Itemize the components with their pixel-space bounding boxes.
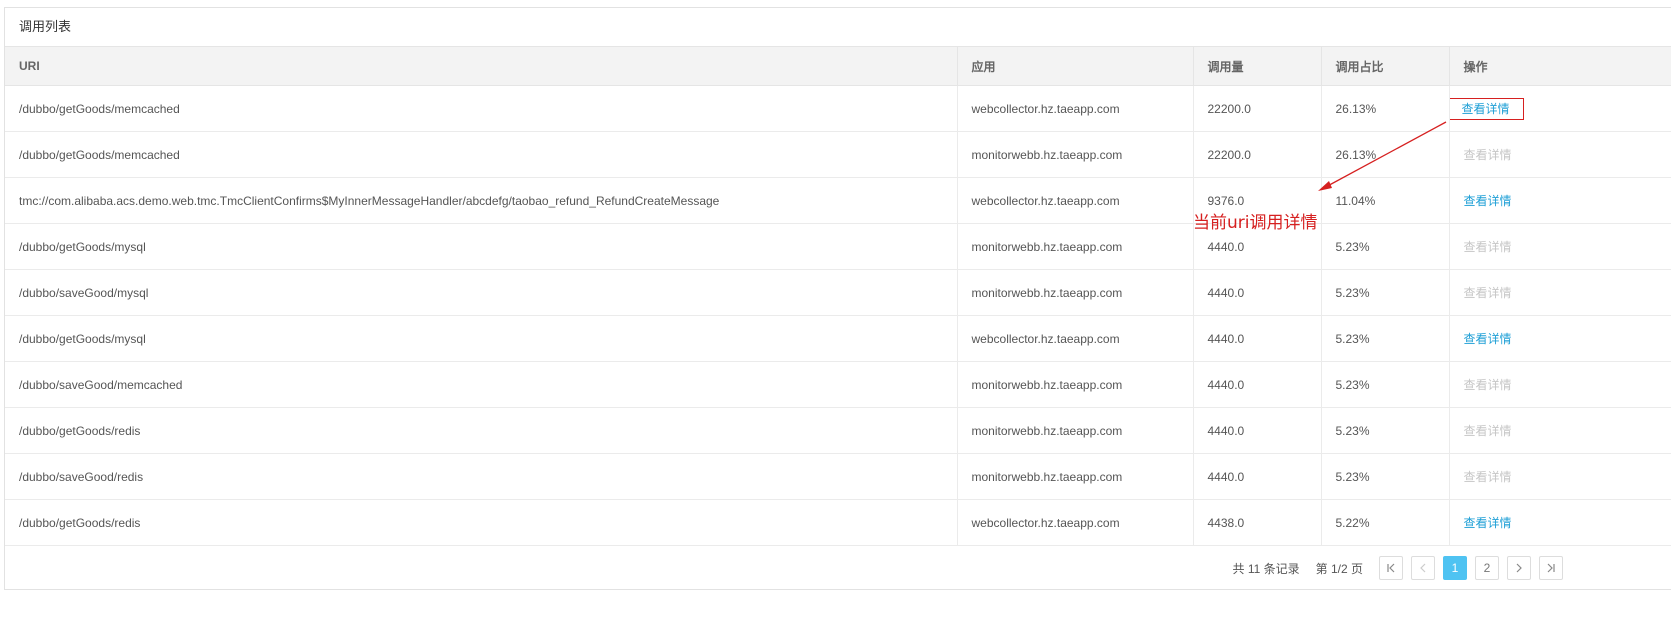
view-details-link: 查看详情 [1463, 240, 1512, 254]
cell-uri: /dubbo/getGoods/redis [5, 407, 958, 454]
header-count: 调用量 [1193, 47, 1322, 86]
cell-action: 查看详情 [1449, 85, 1671, 132]
cell-ratio: 5.23% [1321, 269, 1450, 316]
cell-uri: /dubbo/saveGood/redis [5, 453, 958, 500]
view-details-link[interactable]: 查看详情 [1464, 516, 1512, 530]
cell-ratio: 5.23% [1321, 407, 1450, 454]
table-row: /dubbo/getGoods/redis monitorwebb.hz.taea… [5, 407, 1671, 454]
header-uri: URI [5, 47, 958, 86]
cell-app: monitorwebb.hz.taeapp.com [957, 131, 1194, 178]
first-page-icon[interactable] [1379, 556, 1403, 580]
view-details-link: 查看详情 [1463, 470, 1512, 484]
header-action: 操作 [1449, 47, 1671, 86]
cell-ratio: 5.22% [1321, 499, 1450, 546]
table-row: /dubbo/saveGood/mysql monitorwebb.hz.taea… [5, 269, 1671, 316]
view-details-link[interactable]: 查看详情 [1449, 98, 1524, 120]
table-row: /dubbo/getGoods/memcached webcollector.hz… [5, 85, 1671, 132]
panel-title: 调用列表 [5, 8, 1671, 47]
cell-ratio: 5.23% [1321, 315, 1450, 362]
cell-ratio: 5.23% [1321, 361, 1450, 408]
cell-app: webcollector.hz.taeapp.com [957, 177, 1194, 224]
cell-app: monitorwebb.hz.taeapp.com [957, 361, 1194, 408]
cell-uri: /dubbo/getGoods/memcached [5, 131, 958, 178]
cell-count: 22200.0 [1193, 131, 1322, 178]
cell-app: monitorwebb.hz.taeapp.com [957, 453, 1194, 500]
table-row: tmc://com.alibaba.acs.demo.web.tmc.TmcCl… [5, 177, 1671, 224]
cell-action: 查看详情 [1449, 315, 1671, 362]
cell-count: 4438.0 [1193, 499, 1322, 546]
cell-ratio: 5.23% [1321, 223, 1450, 270]
pager: 1 2 [1379, 556, 1563, 580]
cell-app: webcollector.hz.taeapp.com [957, 315, 1194, 362]
table-row: /dubbo/saveGood/memcached monitorwebb.hz.… [5, 361, 1671, 408]
cell-count: 4440.0 [1193, 407, 1322, 454]
table-row: /dubbo/saveGood/redis monitorwebb.hz.taea… [5, 453, 1671, 500]
cell-count: 4440.0 [1193, 453, 1322, 500]
cell-count: 4440.0 [1193, 315, 1322, 362]
cell-action: 查看详情 [1449, 223, 1671, 270]
cell-action: 查看详情 [1449, 453, 1671, 500]
cell-count: 4440.0 [1193, 269, 1322, 316]
view-details-link: 查看详情 [1463, 286, 1512, 300]
cell-action: 查看详情 [1449, 407, 1671, 454]
view-details-link: 查看详情 [1463, 378, 1512, 392]
cell-uri: /dubbo/getGoods/memcached [5, 85, 958, 132]
cell-uri: tmc://com.alibaba.acs.demo.web.tmc.TmcCl… [5, 177, 958, 224]
cell-action: 查看详情 [1449, 361, 1671, 408]
header-app: 应用 [957, 47, 1194, 86]
annotation-text: 当前uri调用详情 [1193, 213, 1318, 233]
table-row: /dubbo/getGoods/mysql monitorwebb.hz.taea… [5, 223, 1671, 270]
prev-page-icon[interactable] [1411, 556, 1435, 580]
view-details-link[interactable]: 查看详情 [1464, 332, 1512, 346]
cell-app: monitorwebb.hz.taeapp.com [957, 223, 1194, 270]
call-list-table: URI 应用 调用量 调用占比 操作 /dubbo/getGoods/memca… [5, 47, 1671, 546]
call-list-panel: 调用列表 URI 应用 调用量 调用占比 操作 /dubbo/getGoods/… [4, 7, 1671, 590]
header-ratio: 调用占比 [1321, 47, 1450, 86]
table-header-row: URI 应用 调用量 调用占比 操作 [5, 47, 1671, 86]
view-details-link[interactable]: 查看详情 [1464, 194, 1512, 208]
pagination-bar: 共 11 条记录 第 1/2 页 1 2 [5, 547, 1563, 589]
cell-uri: /dubbo/saveGood/memcached [5, 361, 958, 408]
page-info: 第 1/2 页 [1315, 561, 1363, 576]
next-page-icon[interactable] [1507, 556, 1531, 580]
cell-app: monitorwebb.hz.taeapp.com [957, 269, 1194, 316]
cell-app: webcollector.hz.taeapp.com [957, 85, 1194, 132]
cell-uri: /dubbo/saveGood/mysql [5, 269, 958, 316]
cell-ratio: 11.04% [1321, 177, 1450, 224]
view-details-link: 查看详情 [1463, 148, 1512, 162]
last-page-icon[interactable] [1539, 556, 1563, 580]
cell-count: 22200.0 [1193, 85, 1322, 132]
table-body: /dubbo/getGoods/memcached webcollector.hz… [5, 85, 1671, 546]
cell-count: 4440.0 [1193, 361, 1322, 408]
cell-action: 查看详情 [1449, 269, 1671, 316]
total-records: 共 11 条记录 [1232, 561, 1300, 576]
table-row: /dubbo/getGoods/redis webcollector.hz.tae… [5, 499, 1671, 546]
cell-app: monitorwebb.hz.taeapp.com [957, 407, 1194, 454]
cell-ratio: 26.13% [1321, 131, 1450, 178]
cell-action: 查看详情 [1449, 177, 1671, 224]
page-button-1[interactable]: 1 [1443, 556, 1467, 580]
cell-action: 查看详情 [1449, 499, 1671, 546]
cell-ratio: 5.23% [1321, 453, 1450, 500]
cell-uri: /dubbo/getGoods/redis [5, 499, 958, 546]
page-button-2[interactable]: 2 [1475, 556, 1499, 580]
cell-ratio: 26.13% [1321, 85, 1450, 132]
cell-app: webcollector.hz.taeapp.com [957, 499, 1194, 546]
cell-action: 查看详情 [1449, 131, 1671, 178]
table-row: /dubbo/getGoods/mysql webcollector.hz.tae… [5, 315, 1671, 362]
view-details-link: 查看详情 [1463, 424, 1512, 438]
cell-uri: /dubbo/getGoods/mysql [5, 223, 958, 270]
cell-uri: /dubbo/getGoods/mysql [5, 315, 958, 362]
table-row: /dubbo/getGoods/memcached monitorwebb.hz.… [5, 131, 1671, 178]
